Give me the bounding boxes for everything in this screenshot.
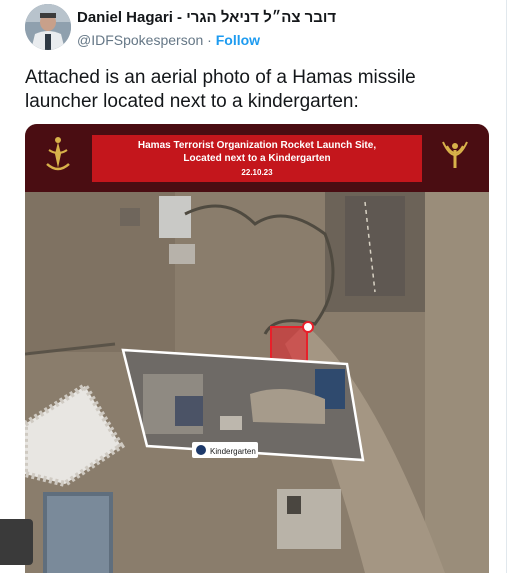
building bbox=[159, 196, 191, 238]
tweet-media-image[interactable]: Hamas Terrorist Organization Rocket Laun… bbox=[25, 124, 489, 573]
author-handle[interactable]: @IDFSpokesperson bbox=[77, 32, 203, 48]
author-handle-row: @IDFSpokesperson · Follow bbox=[77, 32, 260, 48]
side-panel-tab[interactable] bbox=[0, 519, 33, 565]
kindergarten-label-text: Kindergarten bbox=[210, 447, 256, 456]
banner-title-line2: Located next to a Kindergarten bbox=[183, 153, 330, 164]
avatar[interactable] bbox=[25, 4, 71, 50]
child-icon bbox=[196, 445, 206, 455]
follow-button[interactable]: Follow bbox=[216, 32, 260, 48]
target-pin-icon bbox=[302, 321, 314, 333]
tweet-text: Attached is an aerial photo of a Hamas m… bbox=[25, 67, 416, 112]
tweet-card: Daniel Hagari - דובר צה״ל דניאל הגרי @ID… bbox=[0, 0, 507, 573]
building bbox=[277, 489, 341, 549]
kindergarten-label: Kindergarten bbox=[192, 442, 258, 458]
author-name[interactable]: Daniel Hagari - דובר צה״ל דניאל הגרי bbox=[77, 9, 336, 26]
avatar-image bbox=[25, 4, 71, 50]
separator-dot: · bbox=[207, 32, 212, 48]
launch-site-marker bbox=[270, 326, 308, 362]
banner-date: 22.10.23 bbox=[241, 168, 273, 177]
aerial-photo: Hamas Terrorist Organization Rocket Laun… bbox=[25, 124, 489, 573]
banner-title-line1: Hamas Terrorist Organization Rocket Laun… bbox=[138, 140, 376, 151]
